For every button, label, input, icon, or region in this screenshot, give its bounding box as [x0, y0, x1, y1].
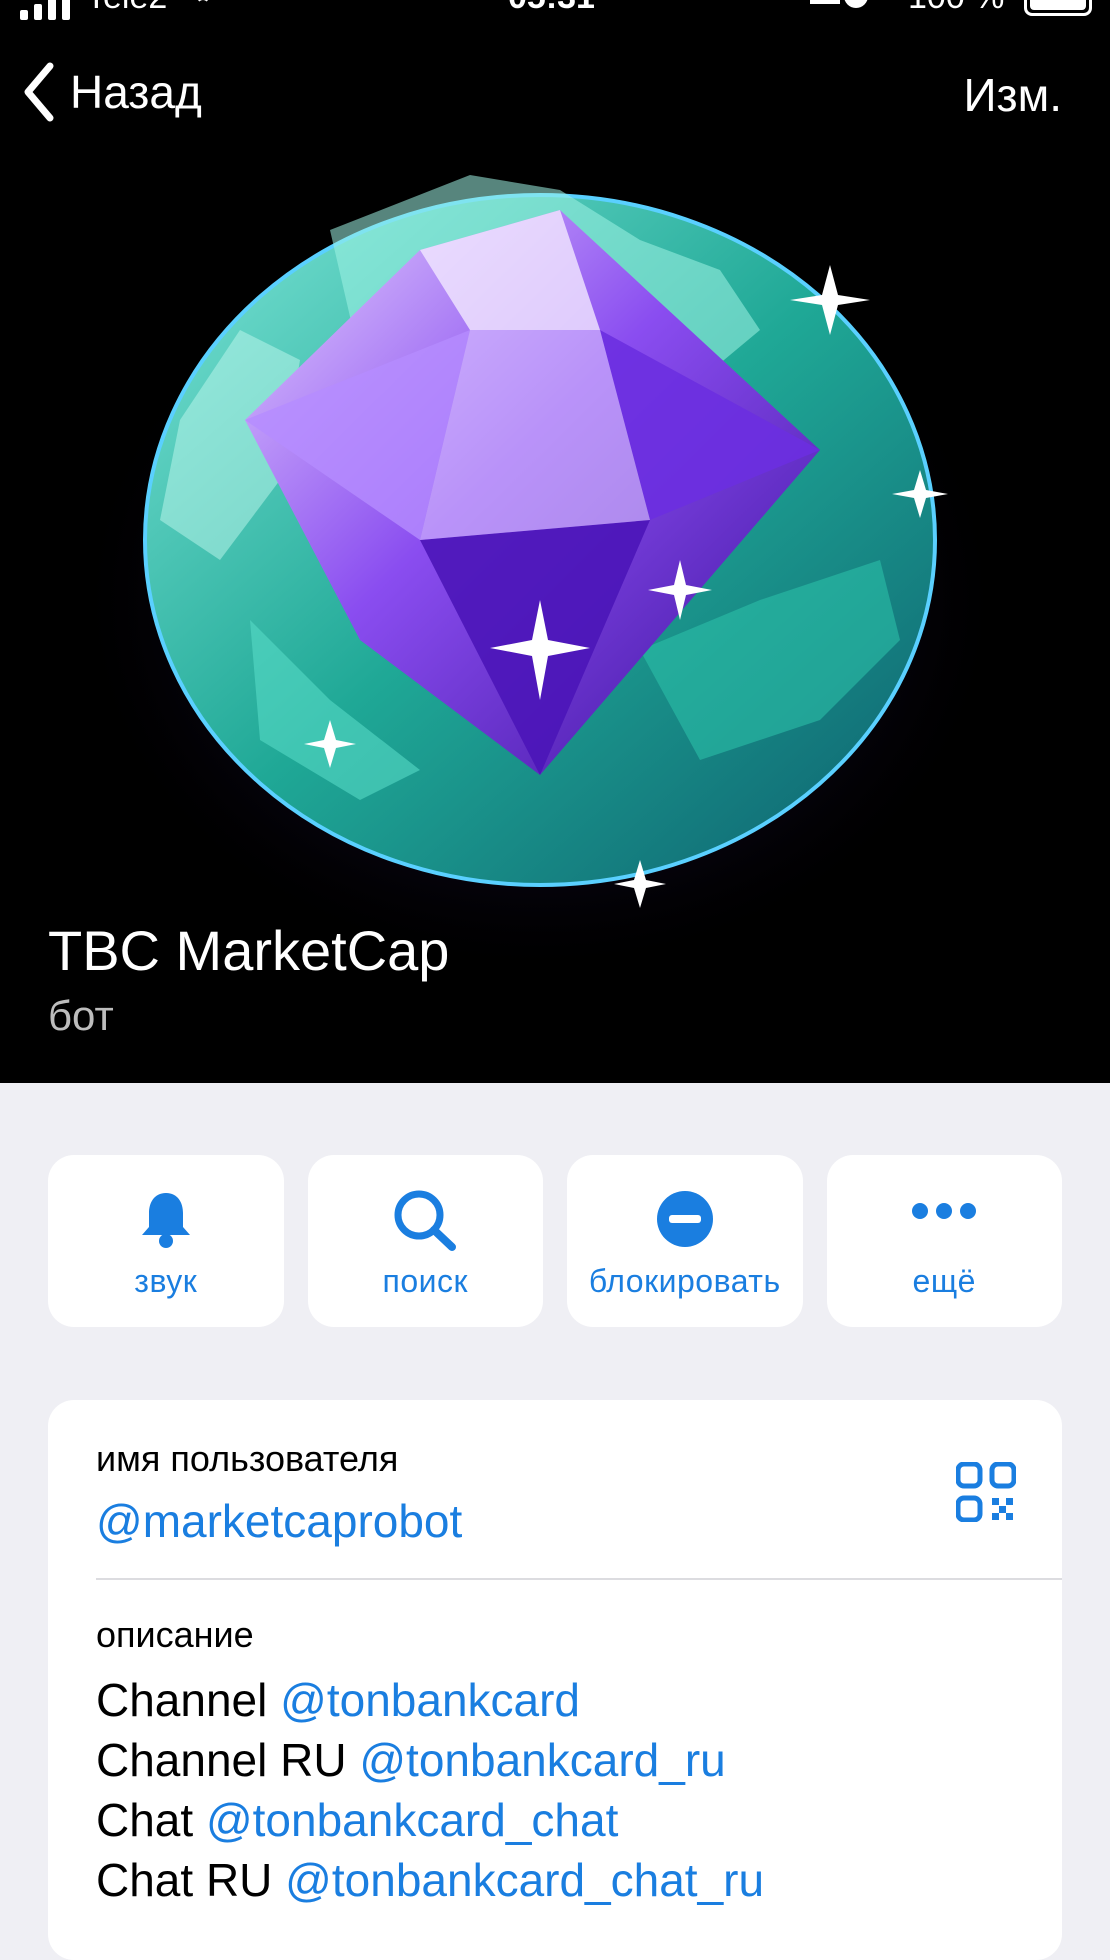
- battery-icon: [1024, 0, 1092, 16]
- more-icon: [911, 1201, 977, 1226]
- sound-button[interactable]: звук: [48, 1155, 284, 1327]
- description-prefix: Channel RU: [96, 1734, 347, 1786]
- profile-subtitle: бот: [48, 992, 114, 1039]
- block-button[interactable]: блокировать: [567, 1155, 803, 1327]
- sound-label: звук: [134, 1263, 198, 1299]
- status-bar: Tele2 05:31 100 %: [0, 0, 1110, 22]
- signal-icon: [20, 0, 70, 20]
- divider: [96, 1578, 1062, 1580]
- info-card: имя пользователя @marketcaprobot описани…: [48, 1400, 1062, 1960]
- block-label: блокировать: [588, 1263, 781, 1299]
- alarm-icon: [810, 0, 870, 21]
- username-link[interactable]: @marketcaprobot: [96, 1494, 462, 1548]
- description-prefix: Channel: [96, 1674, 268, 1726]
- channel-ru-link[interactable]: @tonbankcard_ru: [359, 1734, 725, 1786]
- chat-ru-link[interactable]: @tonbankcard_chat_ru: [285, 1854, 764, 1906]
- back-button[interactable]: Назад: [22, 62, 202, 122]
- description-line: Channel @tonbankcard: [96, 1670, 1036, 1730]
- profile-name: TBC MarketCap: [48, 919, 450, 982]
- more-button[interactable]: ещё: [826, 1155, 1062, 1327]
- description-line: Chat RU @tonbankcard_chat_ru: [96, 1850, 1036, 1910]
- chat-link[interactable]: @tonbankcard_chat: [206, 1794, 618, 1846]
- search-label: поиск: [382, 1263, 468, 1299]
- search-button[interactable]: поиск: [307, 1155, 543, 1327]
- description-prefix: Chat: [96, 1794, 194, 1846]
- battery-percent: 100 %: [908, 0, 1004, 17]
- description-line: Chat @tonbankcard_chat: [96, 1790, 1036, 1850]
- description: Channel @tonbankcard Channel RU @tonbank…: [96, 1670, 1036, 1910]
- description-prefix: Chat RU: [96, 1854, 273, 1906]
- back-label: Назад: [70, 66, 202, 118]
- qr-code-icon[interactable]: [955, 1461, 1017, 1527]
- clock: 05:31: [508, 0, 595, 17]
- search-icon: [393, 1189, 457, 1256]
- block-icon: [655, 1189, 715, 1254]
- wifi-icon: [186, 0, 220, 17]
- carrier-label: Tele2: [86, 0, 167, 17]
- edit-button[interactable]: Изм.: [963, 68, 1062, 122]
- username-caption: имя пользователя: [96, 1438, 399, 1479]
- more-label: ещё: [912, 1263, 976, 1299]
- chevron-left-icon: [24, 62, 54, 122]
- bell-icon: [139, 1189, 193, 1254]
- profile-photo[interactable]: Tele2 05:31 100 % Назад Изм. TBC MarketC…: [0, 0, 1110, 1083]
- action-bar: звук поиск блокировать ещё: [48, 1155, 1062, 1327]
- channel-link[interactable]: @tonbankcard: [280, 1674, 580, 1726]
- description-line: Channel RU @tonbankcard_ru: [96, 1730, 1036, 1790]
- description-caption: описание: [96, 1614, 254, 1655]
